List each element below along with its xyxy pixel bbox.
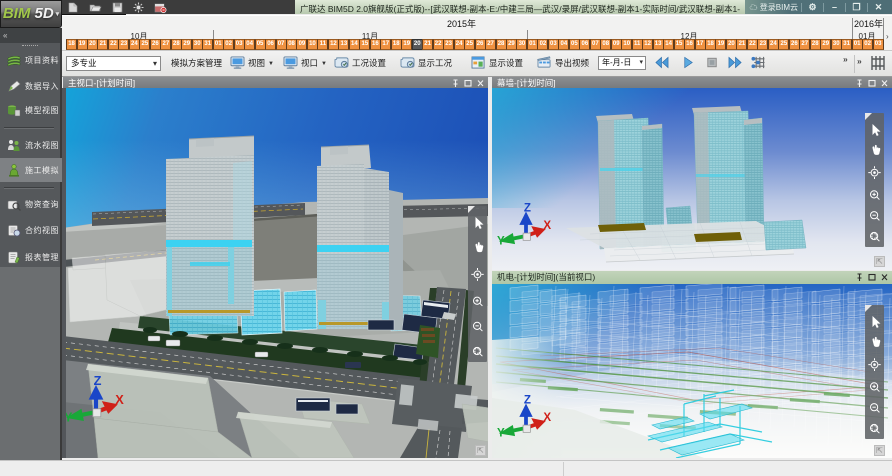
svg-text:X: X — [543, 219, 551, 232]
svg-text:Y: Y — [66, 410, 73, 425]
svg-text:Z: Z — [94, 373, 102, 388]
svg-text:Z: Z — [524, 393, 531, 406]
svg-text:Y: Y — [497, 427, 505, 440]
svg-text:Y: Y — [497, 235, 505, 248]
svg-text:X: X — [115, 392, 124, 407]
svg-text:Z: Z — [524, 201, 531, 214]
svg-text:X: X — [543, 411, 551, 424]
